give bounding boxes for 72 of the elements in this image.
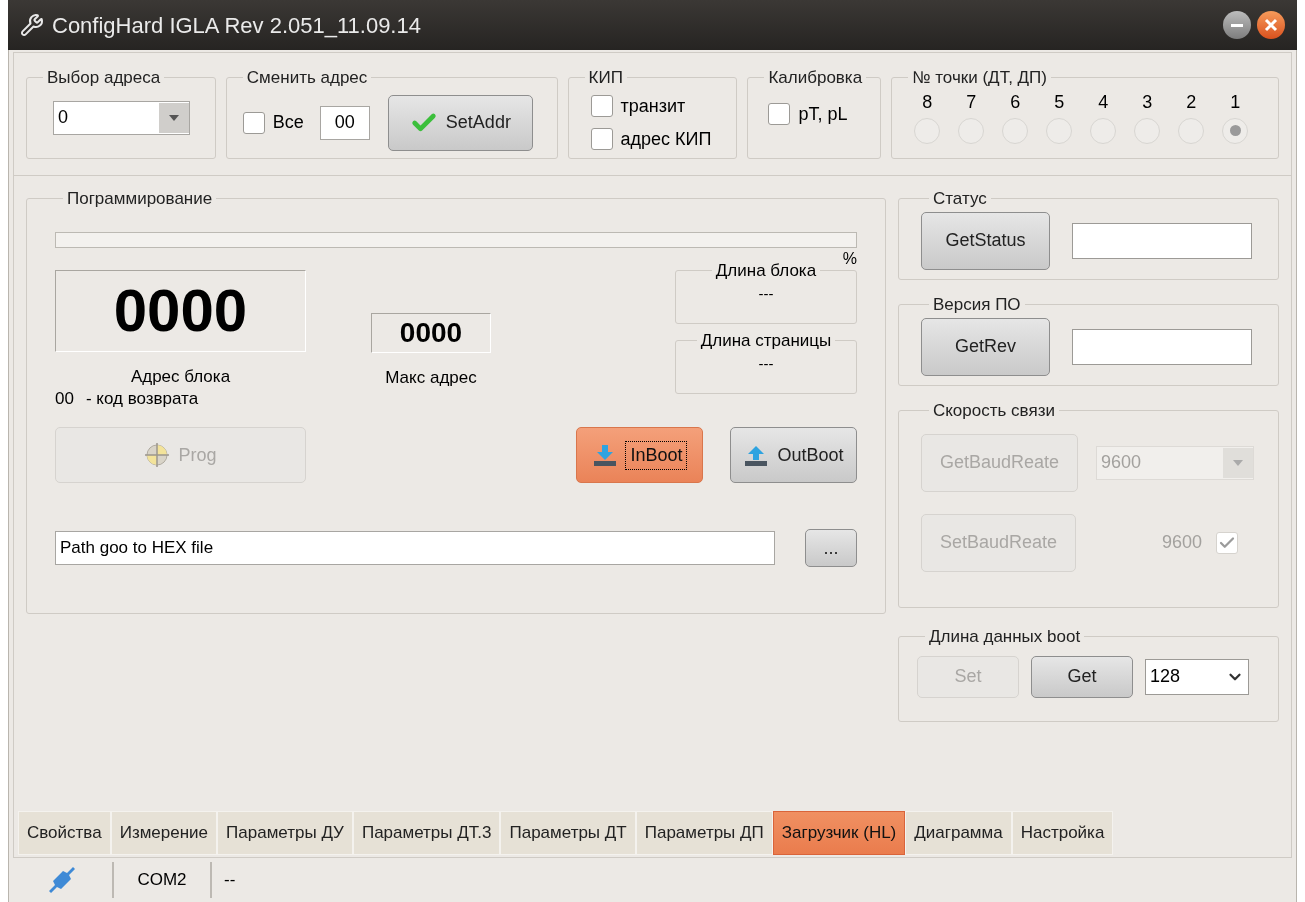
max-address-label: Макс адрес bbox=[385, 366, 477, 389]
checkbox-label: адрес КИП bbox=[620, 127, 712, 151]
dropdown-arrow-icon bbox=[169, 114, 179, 121]
address-field[interactable]: 00 bbox=[319, 105, 370, 140]
length-value: --- bbox=[757, 354, 775, 374]
group-title: Версия ПО bbox=[931, 294, 1022, 316]
close-button[interactable] bbox=[1257, 11, 1285, 39]
tab[interactable]: Параметры ДТ.3 bbox=[352, 811, 501, 855]
wrench-icon bbox=[20, 13, 44, 37]
max-address-display: 0000 bbox=[371, 312, 491, 353]
percent-label: % bbox=[842, 248, 857, 269]
point-number: 1 bbox=[1230, 90, 1241, 113]
checkbox[interactable] bbox=[590, 95, 613, 117]
result-field[interactable] bbox=[1071, 222, 1252, 259]
point-number: 5 bbox=[1054, 90, 1065, 113]
push-button[interactable]: ... bbox=[804, 529, 857, 567]
length-dropdown[interactable]: 128 bbox=[1144, 658, 1249, 695]
port-label: COM2 bbox=[114, 862, 212, 898]
minimize-button[interactable] bbox=[1223, 11, 1251, 39]
checkbox-label: транзит bbox=[620, 94, 686, 118]
point-number: 6 bbox=[1010, 90, 1021, 113]
length-value: --- bbox=[757, 284, 775, 304]
tab[interactable]: Загрузчик (HL) bbox=[772, 811, 906, 855]
group-title: Длина блока bbox=[714, 259, 818, 282]
result-field[interactable] bbox=[1071, 328, 1252, 365]
point-number: 3 bbox=[1142, 90, 1153, 113]
push-button[interactable]: InBoot bbox=[575, 427, 703, 483]
push-button[interactable]: Get bbox=[1030, 655, 1133, 698]
radio-button[interactable] bbox=[1222, 117, 1249, 144]
point-number: 2 bbox=[1186, 90, 1197, 113]
return-code-label: - код возврата bbox=[85, 387, 199, 410]
window-title: ConfigHard IGLA Rev 2.051_11.09.14 bbox=[52, 11, 421, 40]
address-dropdown[interactable]: 0 bbox=[53, 100, 190, 135]
group-title: Калибровка bbox=[767, 67, 864, 89]
block-address-display: 0000 bbox=[55, 269, 306, 352]
checkbox[interactable] bbox=[242, 111, 265, 134]
path-field[interactable]: Path goo to HEX file bbox=[55, 531, 775, 565]
checkbox-label: Все bbox=[272, 111, 304, 134]
tab[interactable]: Настройка bbox=[1011, 811, 1114, 855]
point-number: 8 bbox=[922, 90, 933, 113]
group-title: № точки (ДТ, ДП) bbox=[911, 67, 1048, 89]
push-button[interactable]: SetAddr bbox=[387, 94, 533, 151]
close-icon bbox=[1264, 18, 1278, 32]
status-message: -- bbox=[224, 869, 236, 892]
tab[interactable]: Параметры ДУ bbox=[217, 811, 353, 855]
point-number: 4 bbox=[1098, 90, 1109, 113]
download-icon bbox=[592, 442, 619, 468]
checkbox[interactable] bbox=[768, 103, 791, 125]
checkbox-label: pT, pL bbox=[798, 102, 848, 126]
checkbox-label: 9600 bbox=[1161, 531, 1202, 554]
tab[interactable]: Свойства bbox=[18, 811, 111, 855]
group-title: Пограммирование bbox=[66, 188, 214, 210]
group-title: Сменить адрес bbox=[245, 67, 369, 89]
tab[interactable]: Параметры ДТ bbox=[500, 811, 636, 855]
group-title: КИП bbox=[587, 67, 624, 89]
group-title: Статус bbox=[931, 188, 988, 210]
checkbox[interactable] bbox=[590, 128, 613, 150]
push-button[interactable]: OutBoot bbox=[729, 427, 857, 483]
tab[interactable]: Диаграмма bbox=[905, 811, 1012, 855]
group-title: Длина данных boot bbox=[927, 626, 1082, 648]
tab[interactable]: Параметры ДП bbox=[635, 811, 773, 855]
target-icon bbox=[144, 442, 171, 468]
tab[interactable]: Измерение bbox=[110, 811, 218, 855]
point-number: 7 bbox=[966, 90, 977, 113]
push-button[interactable]: GetRev bbox=[920, 317, 1050, 376]
return-code-value: 00 bbox=[55, 387, 74, 410]
dropdown-arrow-icon bbox=[1232, 459, 1243, 466]
group-title: Выбор адреса bbox=[46, 67, 162, 89]
push-button[interactable]: GetStatus bbox=[920, 211, 1050, 270]
group-title: Скорость связи bbox=[931, 400, 1056, 422]
group-title: Длина страницы bbox=[699, 329, 833, 352]
block-address-label: Адрес блока bbox=[130, 365, 231, 388]
